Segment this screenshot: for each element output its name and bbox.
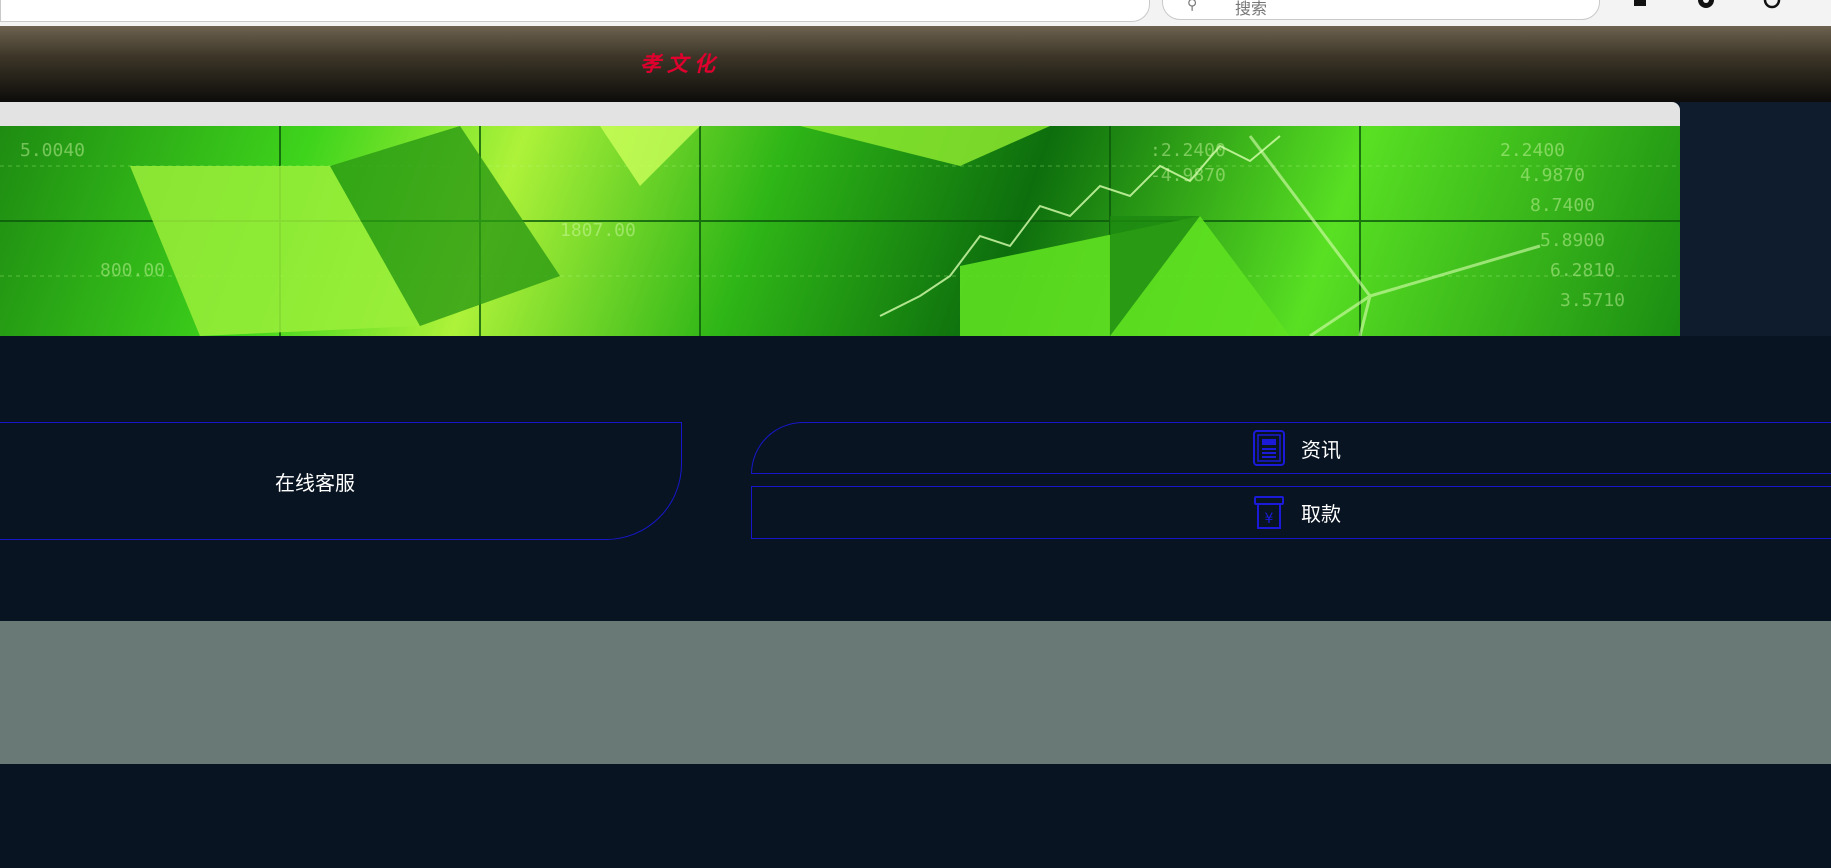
svg-text::2.2400: :2.2400	[1150, 140, 1226, 161]
svg-text:5.8900: 5.8900	[1540, 230, 1605, 251]
address-bar[interactable]: ↻ A ☆	[0, 0, 1150, 22]
banner-side-panel	[1680, 102, 1831, 336]
browser-toolbar: ↻ A ☆ ⚲ 搜索	[0, 0, 1831, 27]
news-button[interactable]: 资讯	[751, 422, 1831, 474]
svg-text:5.0040: 5.0040	[20, 140, 85, 161]
svg-text:-4.9870: -4.9870	[1150, 165, 1226, 186]
profile-icon[interactable]	[1696, 0, 1716, 10]
svg-text:8.7400: 8.7400	[1530, 195, 1595, 216]
favorite-icon[interactable]: ☆	[1101, 0, 1115, 3]
stock-chart-banner: :2.2400 -4.9870 1807.00 2.2400 4.9870 8.…	[0, 126, 1680, 336]
svg-text:800.00: 800.00	[100, 260, 165, 281]
news-icon	[1253, 430, 1285, 466]
refresh-icon[interactable]: ↻	[979, 0, 992, 3]
svg-text:3.5710: 3.5710	[1560, 290, 1625, 311]
withdraw-button[interactable]: ¥ 取款	[751, 486, 1831, 539]
search-placeholder: 搜索	[1235, 1, 1268, 18]
search-icon: ⚲	[1187, 0, 1198, 13]
svg-text:6.2810: 6.2810	[1550, 260, 1615, 281]
read-aloud-icon[interactable]: A	[1039, 0, 1050, 3]
extensions-icon[interactable]	[1630, 0, 1650, 10]
news-label: 资讯	[1301, 437, 1341, 462]
footer-band	[0, 621, 1831, 764]
browser-search-box[interactable]: ⚲ 搜索	[1162, 0, 1600, 20]
online-service-button[interactable]: 在线客服	[0, 422, 682, 540]
svg-text:¥: ¥	[1265, 511, 1274, 527]
withdraw-icon: ¥	[1254, 495, 1284, 529]
withdraw-label: 取款	[1301, 502, 1341, 526]
settings-icon[interactable]	[1762, 0, 1782, 10]
svg-text:2.2400: 2.2400	[1500, 140, 1565, 161]
svg-text:4.9870: 4.9870	[1520, 165, 1585, 186]
online-service-label: 在线客服	[275, 470, 355, 495]
banner-graphic: :2.2400 -4.9870 1807.00 2.2400 4.9870 8.…	[0, 126, 1680, 336]
site-logo[interactable]: 孝文化	[640, 48, 721, 78]
banner-frame: :2.2400 -4.9870 1807.00 2.2400 4.9870 8.…	[0, 102, 1680, 336]
site-header: 孝文化	[0, 26, 1831, 102]
svg-text:1807.00: 1807.00	[560, 220, 636, 241]
